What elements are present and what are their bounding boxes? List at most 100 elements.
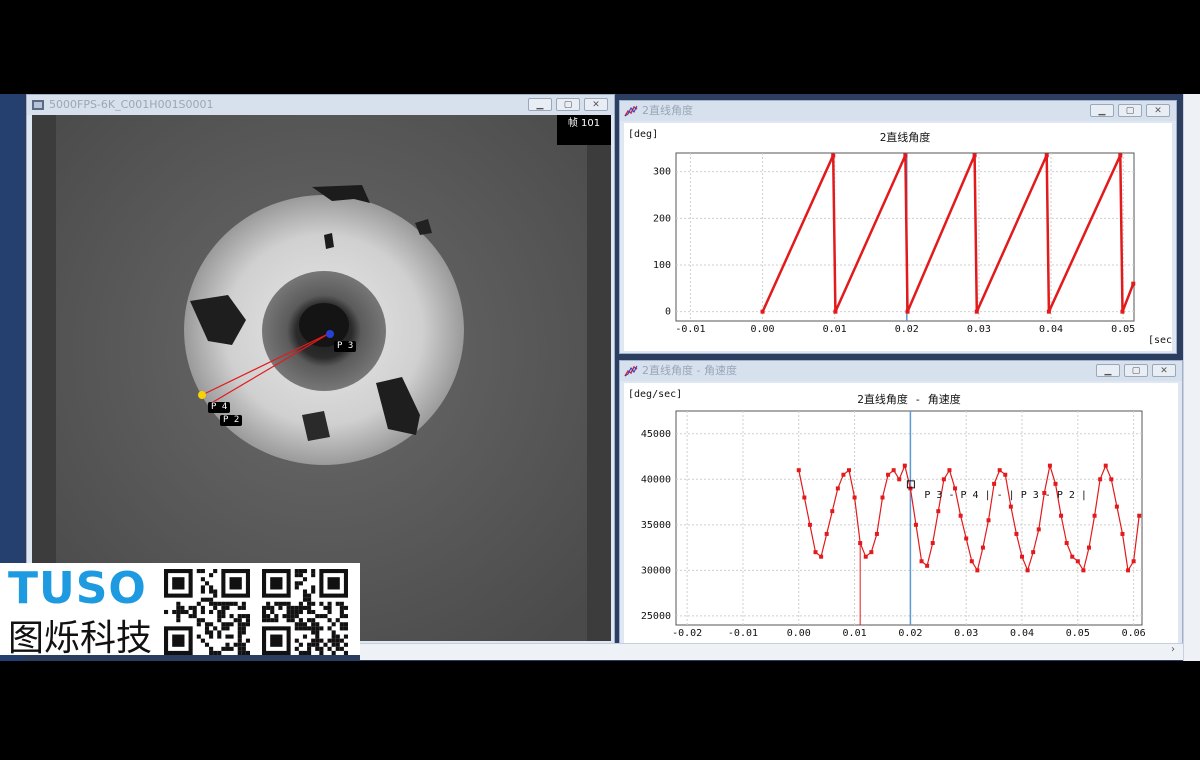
data-point <box>986 518 991 523</box>
y-tick-label: 200 <box>653 213 671 224</box>
data-point <box>1046 309 1051 314</box>
data-point <box>1109 477 1114 482</box>
data-point <box>863 554 868 559</box>
data-point <box>1137 513 1142 518</box>
y-unit-label: [deg] <box>628 129 658 140</box>
data-point <box>1070 554 1075 559</box>
data-point <box>802 495 807 500</box>
data-point <box>1025 568 1030 573</box>
point-p3-marker[interactable] <box>326 330 334 338</box>
data-point <box>880 495 885 500</box>
close-button[interactable]: ✕ <box>1146 104 1170 117</box>
maximize-button[interactable]: ▢ <box>1124 364 1148 377</box>
data-point <box>1047 463 1052 468</box>
data-point <box>1031 550 1036 555</box>
x-tick-label: 0.04 <box>1010 628 1034 639</box>
data-point <box>874 531 879 536</box>
video-window-title: 5000FPS-6K_C001H001S0001 <box>49 98 214 111</box>
data-point <box>891 468 896 473</box>
point-label-p3: P 3 <box>334 341 357 352</box>
angular-velocity-chart-titlebar[interactable]: 2直线角度 - 角速度 ▁ ▢ ✕ <box>620 361 1182 381</box>
horizontal-scrollbar[interactable]: › <box>360 643 1183 660</box>
data-point <box>1120 531 1125 536</box>
close-button[interactable]: ✕ <box>1152 364 1176 377</box>
data-point <box>1120 309 1125 314</box>
data-point <box>975 568 980 573</box>
data-point <box>1003 472 1008 477</box>
x-tick-label: -0.01 <box>728 628 758 639</box>
chart-icon <box>624 105 638 117</box>
vertical-scrollbar[interactable] <box>1183 94 1200 661</box>
chart-title: 2直线角度 <box>880 130 931 144</box>
data-point <box>1098 477 1103 482</box>
frame-number-badge: 帧 101 <box>557 115 611 145</box>
data-point <box>913 522 918 527</box>
x-tick-label: 0.05 <box>1066 628 1090 639</box>
data-point <box>886 472 891 477</box>
scroll-right-arrow-icon[interactable]: › <box>1171 644 1175 655</box>
data-point <box>947 468 952 473</box>
x-tick-label: 0.05 <box>1111 324 1135 335</box>
data-point <box>807 522 812 527</box>
close-button[interactable]: ✕ <box>584 98 608 111</box>
data-point <box>835 486 840 491</box>
data-point <box>919 559 924 564</box>
angle-chart-titlebar[interactable]: 2直线角度 ▁ ▢ ✕ <box>620 101 1176 121</box>
x-tick-label: 0.04 <box>1039 324 1063 335</box>
data-point <box>997 468 1002 473</box>
x-tick-label: -0.01 <box>675 324 705 335</box>
data-point <box>796 468 801 473</box>
data-point <box>969 559 974 564</box>
x-tick-label: 0.02 <box>895 324 919 335</box>
y-tick-label: 40000 <box>641 474 671 485</box>
data-point <box>813 550 818 555</box>
angle-chart[interactable]: [deg] 2直线角度 -0.01 0.00 0.01 0.02 0.03 0.04 0.05 0… <box>624 123 1178 351</box>
point-p4-marker[interactable] <box>198 391 206 399</box>
maximize-button[interactable]: ▢ <box>556 98 580 111</box>
data-point <box>897 477 902 482</box>
angular-velocity-chart-window[interactable]: 2直线角度 - 角速度 ▁ ▢ ✕ [deg/sec] 2直线角度 - 角速度 -0… <box>619 360 1183 650</box>
brand-logo-overlay: TUSO 图烁科技 <box>0 563 360 659</box>
x-tick-label: 0.03 <box>954 628 978 639</box>
angle-chart-panel[interactable]: [deg] 2直线角度 -0.01 0.00 0.01 0.02 0.03 0.04 0.05 0… <box>624 123 1178 351</box>
data-point <box>902 463 907 468</box>
data-point <box>824 531 829 536</box>
chart-icon <box>624 365 638 377</box>
data-point <box>1008 504 1013 509</box>
data-point <box>852 495 857 500</box>
x-tick-label: 0.00 <box>787 628 811 639</box>
data-point <box>760 309 765 314</box>
y-tick-label: 45000 <box>641 429 671 440</box>
y-tick-label: 30000 <box>641 565 671 576</box>
data-point <box>1126 568 1131 573</box>
qr-code-1-icon <box>164 569 250 655</box>
minimize-button[interactable]: ▁ <box>1096 364 1120 377</box>
chart-title: 2直线角度 - 角速度 <box>857 392 961 406</box>
angular-velocity-chart-panel[interactable]: [deg/sec] 2直线角度 - 角速度 -0.02 -0.01 0.00 0.01 0.… <box>624 383 1178 649</box>
angle-chart-window[interactable]: 2直线角度 ▁ ▢ ✕ [deg] 2直线角度 -0.01 0.00 0.01 0.02 0… <box>619 100 1178 354</box>
data-point <box>964 536 969 541</box>
data-point <box>925 563 930 568</box>
data-point <box>974 309 979 314</box>
plot-area[interactable] <box>675 410 1143 626</box>
qr-code-2-icon <box>262 569 348 655</box>
data-point <box>1053 481 1058 486</box>
data-point <box>941 477 946 482</box>
point-label-p4: P 4 <box>208 402 231 413</box>
maximize-button[interactable]: ▢ <box>1118 104 1142 117</box>
x-tick-label: 0.03 <box>967 324 991 335</box>
x-tick-label: -0.02 <box>672 628 702 639</box>
data-point <box>841 472 846 477</box>
data-point <box>1131 281 1136 286</box>
video-window-titlebar[interactable]: 5000FPS-6K_C001H001S0001 ▁ ▢ ✕ <box>27 95 614 115</box>
data-point <box>980 545 985 550</box>
data-point <box>833 309 838 314</box>
data-point <box>905 309 910 314</box>
angular-velocity-chart[interactable]: [deg/sec] 2直线角度 - 角速度 -0.02 -0.01 0.00 0.01 0.… <box>624 383 1178 649</box>
minimize-button[interactable]: ▁ <box>528 98 552 111</box>
data-point <box>992 481 997 486</box>
x-tick-label: 0.00 <box>751 324 775 335</box>
data-point <box>1092 513 1097 518</box>
minimize-button[interactable]: ▁ <box>1090 104 1114 117</box>
data-point <box>908 486 913 491</box>
